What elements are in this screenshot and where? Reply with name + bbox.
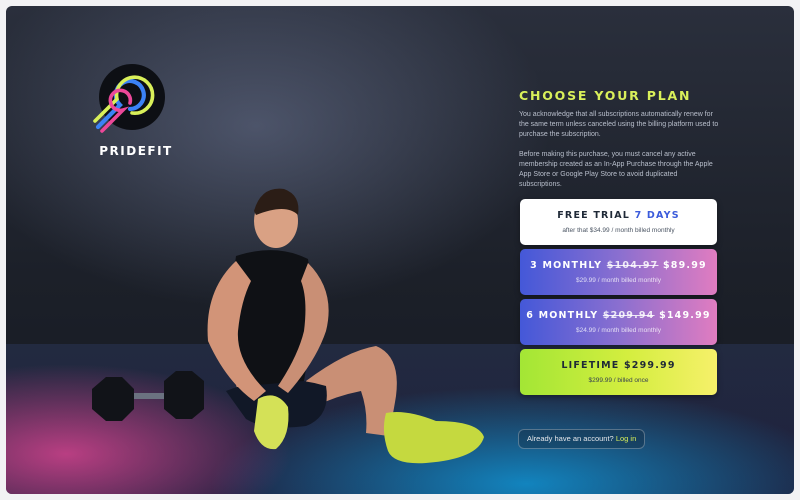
plan-option-subtext: $299.99 / billed once [588, 377, 649, 384]
duplicate-subscription-notice: Before making this purchase, you must ca… [519, 151, 713, 188]
trial-length: 7 DAYS [634, 210, 680, 221]
plan-option-title: FREE TRIAL 7 DAYS [557, 210, 680, 221]
old-price: $209.94 [602, 310, 655, 321]
login-prompt: Already have an account? Log in [518, 429, 646, 449]
login-prompt-text: Already have an account? [527, 434, 614, 443]
plan-option-free-trial[interactable]: FREE TRIAL 7 DAYS after that $34.99 / mo… [520, 199, 717, 245]
plan-option-title: 6 MONTHLY $209.94 $149.99 [526, 310, 711, 321]
dumbbell-icon [92, 371, 204, 421]
plan-option-title: LIFETIME $299.99 [561, 360, 676, 371]
signup-screen: PRIDEFIT CHOOSE YOUR PLAN You acknowledg… [6, 6, 794, 494]
price: $299.99 [623, 360, 676, 371]
plan-option-subtext: $24.99 / month billed monthly [576, 327, 661, 334]
brand-name: PRIDEFIT [99, 144, 173, 158]
plan-option-3-monthly[interactable]: 3 MONTHLY $104.97 $89.99 $29.99 / month … [520, 249, 717, 295]
renewal-notice: You acknowledge that all subscriptions a… [519, 111, 719, 138]
plan-option-title: 3 MONTHLY $104.97 $89.99 [530, 260, 707, 271]
plan-option-subtext: after that $34.99 / month billed monthly [562, 227, 675, 234]
athlete-tying-shoe-image [92, 188, 484, 464]
price: $89.99 [662, 260, 707, 271]
plan-option-subtext: $29.99 / month billed monthly [576, 277, 661, 284]
plan-option-lifetime[interactable]: LIFETIME $299.99 $299.99 / billed once [520, 349, 717, 395]
pridefit-logo-icon [93, 64, 165, 133]
plan-option-6-monthly[interactable]: 6 MONTHLY $209.94 $149.99 $24.99 / month… [520, 299, 717, 345]
old-price: $104.97 [606, 260, 659, 271]
price: $149.99 [659, 310, 711, 321]
plan-title: CHOOSE YOUR PLAN [519, 88, 692, 103]
login-link[interactable]: Log in [616, 434, 636, 443]
